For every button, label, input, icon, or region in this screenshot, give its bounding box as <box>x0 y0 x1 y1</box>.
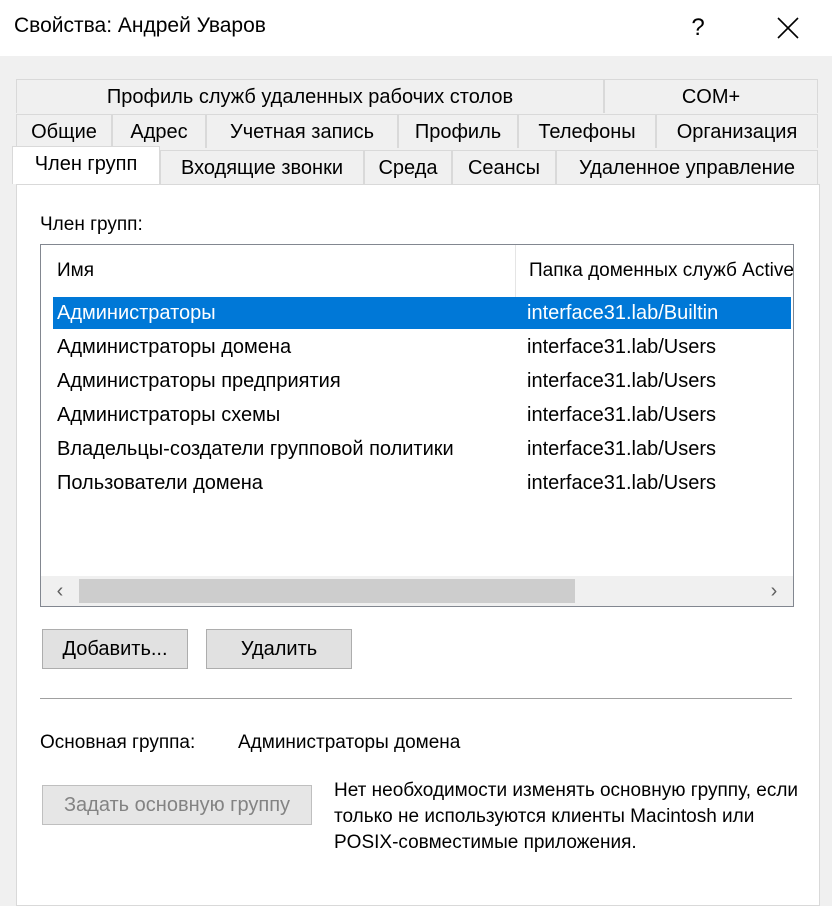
table-row[interactable]: Администраторы домена interface31.lab/Us… <box>53 331 791 363</box>
tab-account[interactable]: Учетная запись <box>206 114 398 148</box>
table-row[interactable]: Пользователи домена interface31.lab/User… <box>53 467 791 499</box>
column-separator[interactable] <box>515 245 516 297</box>
group-folder: interface31.lab/Users <box>527 370 716 392</box>
table-row[interactable]: Администраторы предприятия interface31.l… <box>53 365 791 397</box>
add-button[interactable]: Добавить... <box>42 629 188 669</box>
divider <box>40 698 792 699</box>
tab-remote-control[interactable]: Удаленное управление <box>556 150 818 184</box>
window-title: Свойства: Андрей Уваров <box>14 14 266 37</box>
primary-group-value: Администраторы домена <box>238 732 461 753</box>
tab-com[interactable]: COM+ <box>604 79 818 113</box>
column-header-folder[interactable]: Папка доменных служб Active Directory <box>529 245 793 297</box>
group-name: Пользователи домена <box>57 472 263 494</box>
group-folder: interface31.lab/Users <box>527 336 716 358</box>
tab-phones[interactable]: Телефоны <box>518 114 656 148</box>
group-name: Владельцы-создатели групповой политики <box>57 438 454 460</box>
horizontal-scrollbar[interactable]: ‹ › <box>41 576 793 606</box>
group-folder: interface31.lab/Users <box>527 472 716 494</box>
table-row[interactable]: Администраторы interface31.lab/Builtin <box>53 297 791 329</box>
tab-member-of[interactable]: Член групп <box>12 146 160 184</box>
primary-group-note: Нет необходимости изменять основную груп… <box>334 780 799 853</box>
tab-dial-in[interactable]: Входящие звонки <box>160 150 364 184</box>
set-primary-group-button[interactable]: Задать основную группу <box>42 785 312 825</box>
scrollbar-thumb[interactable] <box>79 579 575 603</box>
tab-profile[interactable]: Профиль <box>398 114 518 148</box>
tab-sessions[interactable]: Сеансы <box>452 150 556 184</box>
group-folder: interface31.lab/Users <box>527 404 716 426</box>
help-button[interactable]: ? <box>676 6 720 50</box>
tab-environment[interactable]: Среда <box>364 150 452 184</box>
tab-organization[interactable]: Организация <box>656 114 818 148</box>
scroll-left-arrow-icon[interactable]: ‹ <box>45 576 75 606</box>
close-icon <box>777 17 799 39</box>
tab-general[interactable]: Общие <box>16 114 112 148</box>
group-name: Администраторы <box>57 302 216 324</box>
column-header-name[interactable]: Имя <box>57 245 507 297</box>
table-row[interactable]: Владельцы-создатели групповой политики i… <box>53 433 791 465</box>
member-of-label: Член групп: <box>40 214 143 235</box>
groups-listview[interactable]: Имя Папка доменных служб Active Director… <box>40 244 794 607</box>
close-button[interactable] <box>764 6 812 50</box>
tab-rds-profile[interactable]: Профиль служб удаленных рабочих столов <box>16 79 604 113</box>
remove-button[interactable]: Удалить <box>206 629 352 669</box>
group-name: Администраторы домена <box>57 336 292 358</box>
table-row[interactable]: Администраторы схемы interface31.lab/Use… <box>53 399 791 431</box>
group-name: Администраторы предприятия <box>57 370 341 392</box>
tab-address[interactable]: Адрес <box>112 114 206 148</box>
group-folder: interface31.lab/Users <box>527 438 716 460</box>
scroll-right-arrow-icon[interactable]: › <box>759 576 789 606</box>
group-folder: interface31.lab/Builtin <box>527 302 719 324</box>
title-bar: Свойства: Андрей Уваров ? <box>0 0 832 56</box>
group-name: Администраторы схемы <box>57 404 281 426</box>
primary-group-label: Основная группа: <box>40 732 196 753</box>
